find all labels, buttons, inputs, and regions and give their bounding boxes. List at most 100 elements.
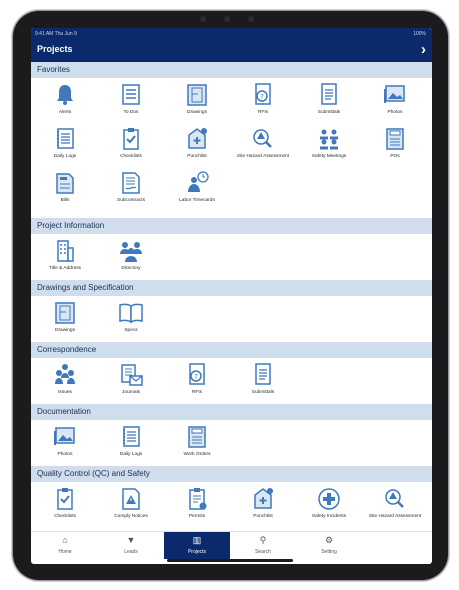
module-tile-submittals[interactable]: Submittals [296,82,362,132]
building-icon [51,238,79,264]
module-label: RFIs [191,390,203,395]
tab-setting[interactable]: ⚙ Setting [296,532,362,559]
section-header: Quality Control (QC) and Safety [31,466,432,482]
tab-label: Setting [321,549,337,555]
module-list: Favorites Alerts To Dos Drawings? RFIs Submit… [31,62,432,531]
chevron-right-icon[interactable]: › [421,42,426,58]
issues-icon [51,362,79,388]
journals-icon [117,362,145,388]
bell-icon [51,82,79,108]
section-header: Favorites [31,62,432,78]
module-label: Punchlist [187,154,207,159]
todo-list-icon [117,82,145,108]
rfi-icon: ? [183,362,211,388]
tab-home[interactable]: ⌂ Home [32,532,98,559]
module-label: Comply Notices [114,514,148,519]
module-tile-comply-notices[interactable]: Comply Notices [98,486,164,531]
svg-text:?: ? [194,373,198,381]
module-label: Punchlist [253,514,273,519]
module-label: Submittals [251,390,275,395]
module-tile-drawings[interactable]: Drawings [164,82,230,132]
checklists-icon [51,486,79,512]
module-label: Subcontracts [117,198,145,203]
svg-text:?: ? [260,93,264,101]
projects-icon: ▥ [192,535,202,545]
module-label: Drawings [55,328,75,333]
module-tile-checklists[interactable]: Checklists [32,486,98,531]
rfi-icon: ? [249,82,277,108]
module-tile-daily-logs[interactable]: Daily Logs [32,126,98,176]
tab-label: Projects [187,549,207,555]
site-hazard-icon [249,126,277,152]
module-tile-labor-timecards[interactable]: Labor Timecards [164,170,230,220]
module-label: Checklists [54,514,76,519]
tab-label: Leads [124,549,138,555]
tab-search[interactable]: ⚲ Search [230,532,296,559]
module-label: Drawings [187,110,207,115]
module-label: Directory [121,266,141,271]
module-tile-bills[interactable]: Bills [32,170,98,220]
module-label: Site Hazard Assessment [368,514,422,519]
module-label: Site Hazard Assessment [236,154,290,159]
po-icon [381,126,409,152]
filter-icon: ▼ [126,535,136,545]
tab-leads[interactable]: ▼ Leads [98,532,164,559]
punchlist-icon [249,486,277,512]
module-tile-punchlist[interactable]: Punchlist [164,126,230,176]
site-hazard-icon [381,486,409,512]
permits-icon [183,486,211,512]
bottom-tab-bar: ⌂ Home ▼ Leads ▥ Projects ⚲ Search ⚙ Setting [31,531,432,559]
safety-meetings-icon [315,126,343,152]
module-tile-checklists[interactable]: Checklists [98,126,164,176]
module-label: Daily Logs [119,452,143,457]
tab-label: Home [58,549,72,555]
punchlist-icon [183,126,211,152]
status-bar: 9:41 AM Thu Jun 9 100% [31,28,432,40]
daily-logs-icon [51,126,79,152]
module-label: Permits [188,514,206,519]
drawings-icon [51,300,79,326]
daily-logs-icon [117,424,145,450]
home-indicator [167,559,293,562]
battery-level: 100% [413,31,426,37]
search-icon: ⚲ [259,535,267,545]
module-tile-photos[interactable]: Photos [362,82,428,132]
module-tile-to-dos[interactable]: To Dos [98,82,164,132]
labor-timecards-icon [183,170,211,196]
module-tile-rfis[interactable]: ? RFIs [230,82,296,132]
module-tile-safety-meetings[interactable]: Safety Meetings [296,126,362,176]
module-tile-subcontracts[interactable]: Subcontracts [98,170,164,220]
module-tile-site-hazard-assessment[interactable]: Site Hazard Assessment [362,486,428,531]
status-time: 9:41 AM Thu Jun 9 [35,31,77,37]
module-label: Submittals [317,110,341,115]
safety-incidents-icon [315,486,343,512]
work-orders-icon [183,424,211,450]
photos-icon [381,82,409,108]
section-header: Documentation [31,404,432,420]
specs-book-icon [117,300,145,326]
module-label: Labor Timecards [179,198,215,203]
module-tile-punchlist[interactable]: Punchlist [230,486,296,531]
directory-icon [117,238,145,264]
module-tile-site-hazard-assessment[interactable]: Site Hazard Assessment [230,126,296,176]
comply-notices-icon [117,486,145,512]
module-tile-permits[interactable]: Permits [164,486,230,531]
nav-bar: Projects › [31,40,432,62]
module-label: Safety Meetings [311,154,347,159]
module-tile-safety-incidents[interactable]: Safety Incidents [296,486,362,531]
home-icon: ⌂ [62,535,68,545]
module-label: Alerts [58,110,72,115]
subcontracts-icon [117,170,145,196]
module-label: Journals [121,390,141,395]
module-label: Safety Incidents [311,514,347,519]
section-header: Project Information [31,218,432,234]
module-label: Issues [58,390,72,395]
tab-projects[interactable]: ▥ Projects [164,532,230,559]
module-tile-alerts[interactable]: Alerts [32,82,98,132]
bills-icon [51,170,79,196]
module-label: Photos [387,110,403,115]
module-tile-pos[interactable]: POs [362,126,428,176]
gear-icon: ⚙ [324,535,334,545]
checklists-icon [117,126,145,152]
section-header: Drawings and Specification [31,280,432,296]
